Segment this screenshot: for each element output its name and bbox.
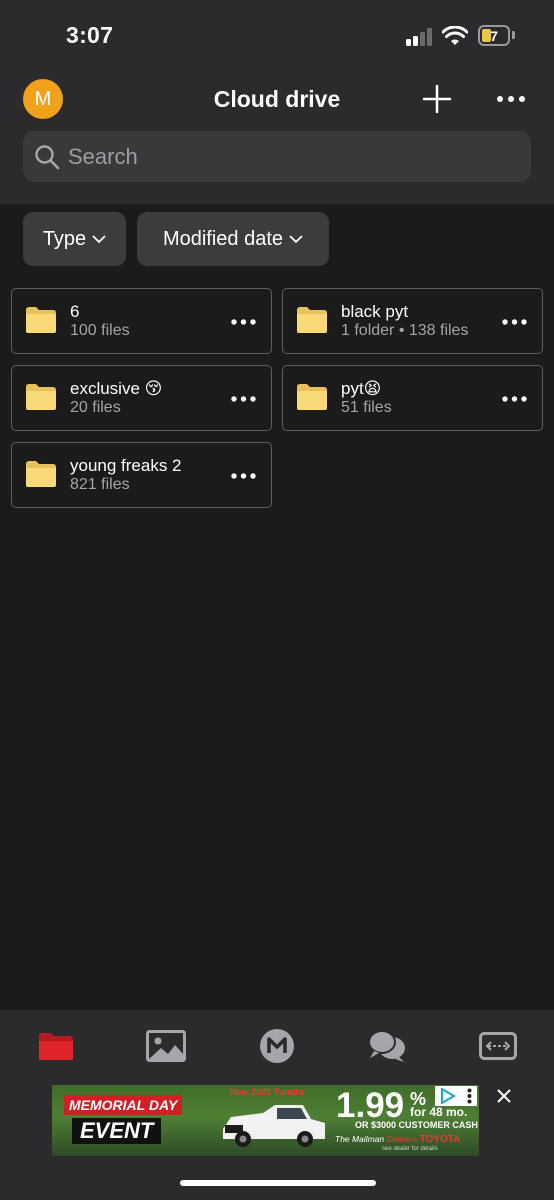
folder-name: 6 bbox=[70, 302, 80, 321]
ad-event-line2: EVENT bbox=[72, 1118, 162, 1144]
ad-disclaimer: see dealer for details bbox=[382, 1146, 438, 1152]
tab-home[interactable] bbox=[257, 1026, 297, 1066]
ad-cash-offer: OR $3000 CUSTOMER CASH bbox=[355, 1120, 478, 1130]
ad-brand-line: The Mailman Delivers TOYOTA bbox=[335, 1134, 460, 1145]
ad-event-line1: MEMORIAL DAY bbox=[64, 1095, 183, 1115]
photos-icon bbox=[146, 1030, 186, 1062]
battery-level: 7 bbox=[490, 27, 498, 44]
folder-card[interactable]: pyt😫 51 files bbox=[282, 365, 543, 431]
search-input[interactable]: Search bbox=[23, 131, 531, 182]
folder-more-icon[interactable] bbox=[230, 318, 257, 326]
mega-logo-icon bbox=[260, 1029, 294, 1063]
search-placeholder: Search bbox=[68, 143, 138, 169]
tab-cloud-drive[interactable] bbox=[36, 1026, 76, 1066]
folder-more-icon[interactable] bbox=[501, 395, 528, 403]
ad-brand-prefix: The Mailman bbox=[335, 1134, 385, 1144]
chevron-down-icon bbox=[289, 234, 303, 243]
folder-icon bbox=[297, 384, 327, 410]
chevron-down-icon bbox=[92, 234, 106, 243]
close-ad-button[interactable] bbox=[492, 1084, 516, 1108]
folder-more-icon[interactable] bbox=[501, 318, 528, 326]
tab-chat[interactable] bbox=[367, 1026, 407, 1066]
more-horizontal-icon[interactable] bbox=[496, 92, 526, 106]
folder-meta: 100 files bbox=[70, 322, 130, 339]
folder-icon bbox=[26, 384, 56, 410]
status-time: 3:07 bbox=[66, 22, 114, 48]
folder-name: young freaks 2 bbox=[70, 456, 182, 475]
folder-icon bbox=[297, 307, 327, 333]
chat-icon bbox=[368, 1030, 405, 1062]
modified-date-filter-label: Modified date bbox=[162, 227, 284, 250]
home-indicator[interactable] bbox=[180, 1180, 376, 1186]
folder-icon bbox=[26, 461, 56, 487]
folder-icon bbox=[39, 1032, 73, 1060]
battery-cap bbox=[512, 31, 515, 39]
ad-brand: TOYOTA bbox=[419, 1134, 461, 1145]
folder-meta: 821 files bbox=[70, 476, 130, 493]
folder-meta: 20 files bbox=[70, 399, 121, 416]
plus-icon[interactable] bbox=[422, 84, 452, 114]
wifi-icon bbox=[442, 26, 468, 45]
folder-meta: 51 files bbox=[341, 399, 392, 416]
folder-more-icon[interactable] bbox=[230, 395, 257, 403]
modified-date-filter-button[interactable]: Modified date bbox=[137, 212, 329, 266]
ad-brand-accent: Delivers bbox=[386, 1134, 418, 1144]
page-title: Cloud drive bbox=[213, 86, 341, 112]
search-icon bbox=[35, 144, 60, 169]
folder-name: black pyt bbox=[341, 302, 409, 321]
tab-transfers[interactable] bbox=[478, 1026, 518, 1066]
folder-icon bbox=[26, 307, 56, 333]
ad-headline: New 2025 Tundra bbox=[230, 1087, 304, 1097]
folder-name: pyt😫 bbox=[341, 379, 382, 398]
ad-banner[interactable]: MEMORIAL DAY EVENT New 2025 Tundra 1.99 … bbox=[52, 1085, 479, 1156]
ad-event-badge: MEMORIAL DAY EVENT bbox=[64, 1095, 202, 1145]
folder-card[interactable]: young freaks 2 821 files bbox=[11, 442, 272, 508]
type-filter-label: Type bbox=[42, 227, 87, 250]
truck-image bbox=[223, 1105, 325, 1147]
folder-more-icon[interactable] bbox=[230, 472, 257, 480]
close-icon bbox=[497, 1089, 511, 1103]
ad-choices-play-icon bbox=[441, 1088, 457, 1104]
ad-menu-icon bbox=[467, 1088, 472, 1104]
ad-term: for 48 mo. bbox=[410, 1105, 468, 1119]
battery-indicator: 7 bbox=[478, 25, 510, 46]
ad-choices-icon[interactable] bbox=[435, 1086, 477, 1106]
folder-meta: 1 folder • 138 files bbox=[341, 322, 469, 339]
folder-card[interactable]: 6 100 files bbox=[11, 288, 272, 354]
folder-card[interactable]: black pyt 1 folder • 138 files bbox=[282, 288, 543, 354]
cellular-signal-icon bbox=[406, 28, 434, 46]
tab-photos[interactable] bbox=[146, 1026, 186, 1066]
folder-name: exclusive 😚 bbox=[70, 379, 163, 398]
transfers-icon bbox=[479, 1032, 517, 1060]
type-filter-button[interactable]: Type bbox=[23, 212, 126, 266]
folder-card[interactable]: exclusive 😚 20 files bbox=[11, 365, 272, 431]
